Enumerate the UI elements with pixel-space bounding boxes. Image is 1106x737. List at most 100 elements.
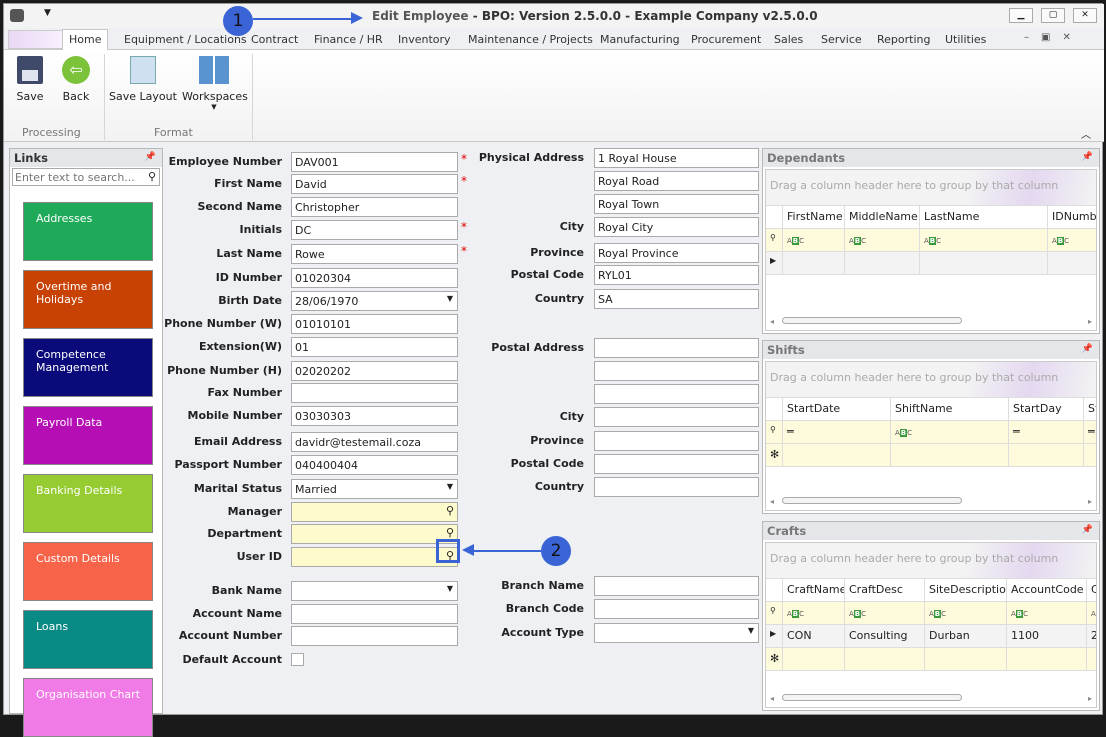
link-tile[interactable]: Organisation Chart [23, 678, 153, 737]
grid-cell[interactable] [844, 252, 919, 274]
last-name-field[interactable]: Rowe [291, 244, 458, 264]
id-number-field[interactable]: 01020304 [291, 268, 458, 288]
lookup-search-icon[interactable]: ⚲ [446, 504, 454, 517]
filter-cell[interactable]: ABC [919, 229, 1047, 251]
column-header[interactable]: FirstName [782, 206, 844, 228]
column-header[interactable]: Start [1083, 398, 1096, 420]
scroll-left-icon[interactable]: ◂ [770, 694, 774, 703]
link-tile[interactable]: Payroll Data [23, 406, 153, 465]
birth-date-field[interactable]: 28/06/1970 ▼ [291, 291, 458, 311]
phone-number-h-field[interactable]: 02020202 [291, 361, 458, 381]
postal-code-field[interactable] [594, 454, 759, 474]
link-tile[interactable]: Competence Management [23, 338, 153, 397]
first-name-field[interactable]: David [291, 174, 458, 194]
column-header[interactable]: CraftDesc [844, 579, 924, 601]
fax-number-field[interactable] [291, 383, 458, 403]
filter-cell[interactable]: ABC [1006, 602, 1086, 624]
filter-cell[interactable]: ═ [1083, 421, 1096, 443]
column-header[interactable]: ShiftName [890, 398, 1008, 420]
column-header[interactable]: StartDate [782, 398, 890, 420]
pin-icon[interactable]: 📌 [1082, 344, 1093, 354]
new-row-cell[interactable] [782, 648, 844, 670]
marital-status-field[interactable]: Married ▼ [291, 479, 458, 499]
link-tile[interactable]: Loans [23, 610, 153, 669]
mdi-controls[interactable]: –▣✕ [1024, 32, 1083, 43]
account-number-field[interactable] [291, 626, 458, 646]
filter-cell[interactable]: ABC [924, 602, 1006, 624]
passport-number-field[interactable]: 040400404 [291, 455, 458, 475]
group-panel-hint[interactable]: Drag a column header here to group by th… [766, 170, 1096, 206]
link-tile[interactable]: Addresses [23, 202, 153, 261]
grid-cell[interactable] [782, 252, 844, 274]
email-address-field[interactable]: davidr@testemail.coza [291, 432, 458, 452]
filter-cell[interactable]: ABC [844, 229, 919, 251]
tab-inventory[interactable]: Inventory [398, 33, 451, 46]
grid-cell[interactable]: 21 [1086, 625, 1096, 647]
tab-equipment-locations[interactable]: Equipment / Locations [124, 33, 247, 46]
address-line-field[interactable]: Royal Road [594, 171, 759, 191]
horizontal-scrollbar[interactable] [782, 497, 962, 504]
city-field[interactable]: Royal City [594, 217, 759, 237]
country-field[interactable]: SA [594, 289, 759, 309]
column-header[interactable]: LastName [919, 206, 1047, 228]
column-header[interactable]: MiddleName [844, 206, 919, 228]
tab-manufacturing[interactable]: Manufacturing [600, 33, 680, 46]
postal-code-field[interactable]: RYL01 [594, 265, 759, 285]
group-panel-hint[interactable]: Drag a column header here to group by th… [766, 362, 1096, 398]
filter-cell[interactable]: ABC [782, 602, 844, 624]
new-row-cell[interactable] [1006, 648, 1086, 670]
tab-contract[interactable]: Contract [251, 33, 298, 46]
province-field[interactable] [594, 431, 759, 451]
account-type-field[interactable]: ▼ [594, 623, 759, 643]
link-tile[interactable]: Custom Details [23, 542, 153, 601]
horizontal-scrollbar[interactable] [782, 317, 962, 324]
address-line-field[interactable]: Royal Town [594, 194, 759, 214]
second-name-field[interactable]: Christopher [291, 197, 458, 217]
chevron-down-icon[interactable]: ▼ [447, 584, 453, 593]
new-row-cell[interactable] [1086, 648, 1096, 670]
grid-cell[interactable]: Durban [924, 625, 1006, 647]
mobile-number-field[interactable]: 03030303 [291, 406, 458, 426]
manager-field[interactable]: ⚲ [291, 502, 458, 522]
app-menu-button[interactable] [8, 30, 64, 49]
address-line-field[interactable] [594, 384, 759, 404]
tab-reporting[interactable]: Reporting [877, 33, 930, 46]
column-header[interactable]: AccountCode [1006, 579, 1086, 601]
column-header[interactable]: CraftName [782, 579, 844, 601]
pin-icon[interactable]: 📌 [145, 152, 156, 162]
tab-home[interactable]: Home [62, 29, 109, 51]
scroll-right-icon[interactable]: ▸ [1088, 694, 1092, 703]
account-name-field[interactable] [291, 604, 458, 624]
lookup-search-icon[interactable]: ⚲ [446, 526, 454, 539]
filter-cell[interactable]: ABC [782, 229, 844, 251]
chevron-down-icon[interactable]: ▼ [748, 626, 754, 635]
workspaces-button[interactable]: Workspaces ▼ [182, 54, 248, 111]
grid-cell[interactable]: CON [782, 625, 844, 647]
grid-cell[interactable]: Consulting [844, 625, 924, 647]
employee-number-field[interactable]: DAV001 [291, 152, 458, 172]
new-row-cell[interactable] [924, 648, 1006, 670]
user-id-field[interactable]: ⚲ [291, 547, 458, 567]
tab-procurement[interactable]: Procurement [691, 33, 761, 46]
scroll-left-icon[interactable]: ◂ [770, 317, 774, 326]
filter-cell[interactable]: ABC [1047, 229, 1096, 251]
country-field[interactable] [594, 477, 759, 497]
grid-cell[interactable] [919, 252, 1047, 274]
tab-utilities[interactable]: Utilities [945, 33, 986, 46]
link-tile[interactable]: Banking Details [23, 474, 153, 533]
tab-maintenance-projects[interactable]: Maintenance / Projects [468, 33, 593, 46]
extension-w-field[interactable]: 01 [291, 337, 458, 357]
scroll-left-icon[interactable]: ◂ [770, 497, 774, 506]
phone-number-w-field[interactable]: 01010101 [291, 314, 458, 334]
pin-icon[interactable]: 📌 [1082, 152, 1093, 162]
initials-field[interactable]: DC [291, 220, 458, 240]
new-row-cell[interactable] [844, 648, 924, 670]
new-row-cell[interactable] [1008, 444, 1083, 466]
minimize-button[interactable]: ▁ [1009, 8, 1033, 23]
column-header[interactable]: SiteDescription [924, 579, 1006, 601]
filter-cell[interactable]: ═ [1008, 421, 1083, 443]
filter-cell[interactable]: ABC [1086, 602, 1096, 624]
links-search-input[interactable] [12, 168, 160, 186]
save-layout-button[interactable]: Save Layout [109, 54, 177, 103]
grid-cell[interactable]: 1100 [1006, 625, 1086, 647]
